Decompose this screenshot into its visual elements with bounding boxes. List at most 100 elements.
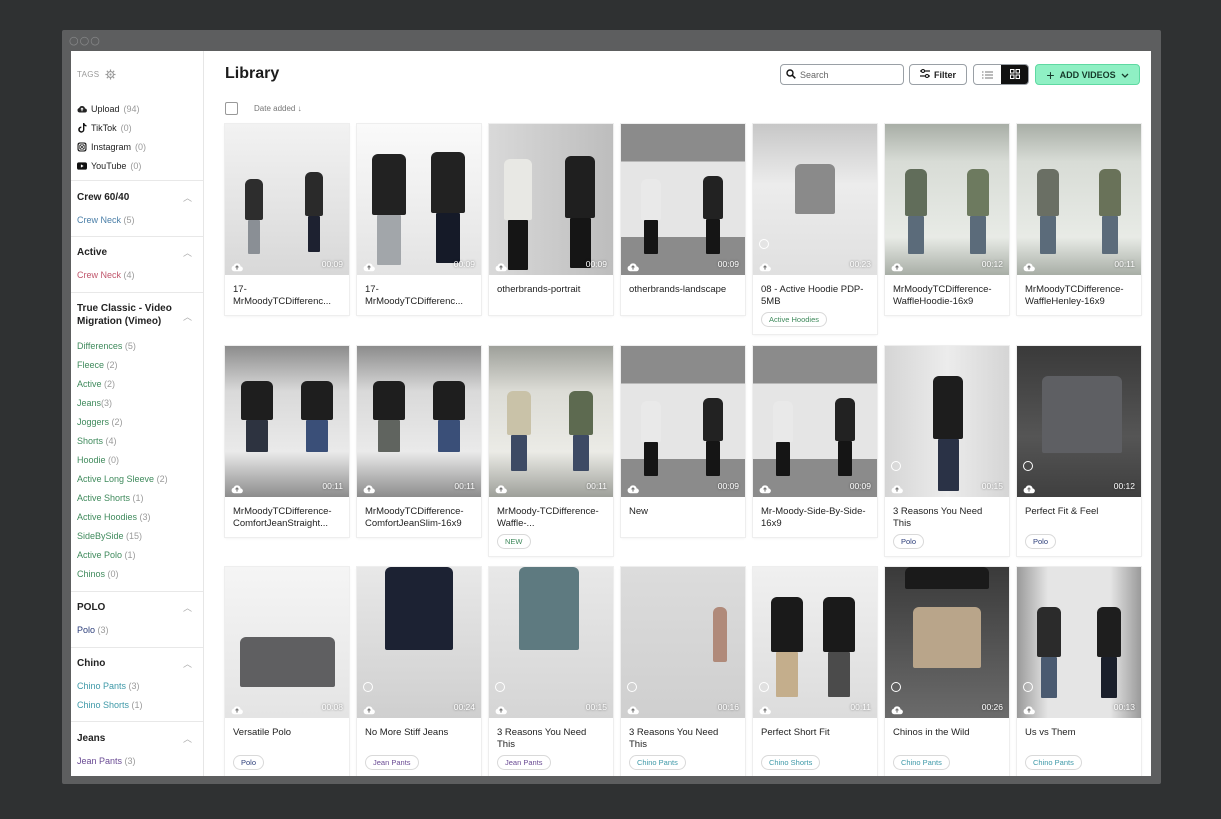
video-tag-pill[interactable]: Chino Pants — [1025, 755, 1082, 770]
video-thumbnail[interactable]: 00:09 — [489, 124, 613, 275]
tag-group-title[interactable]: Chino — [77, 657, 177, 670]
search-input[interactable] — [800, 69, 896, 80]
video-tag-pill[interactable]: Chino Pants — [893, 755, 950, 770]
chevron-up-icon[interactable]: ︿ — [183, 732, 192, 745]
video-thumbnail[interactable]: 00:23 — [753, 124, 877, 275]
tag-item[interactable]: Active Hoodies (3) — [77, 512, 151, 523]
video-card[interactable]: 00:13 Us vs Them Chino Pants — [1017, 567, 1141, 776]
video-tag-pill[interactable]: Polo — [893, 534, 925, 549]
tag-item[interactable]: Chino Pants (3) — [77, 681, 140, 692]
tag-item[interactable]: Polo (3) — [77, 625, 109, 636]
tag-item[interactable]: Crew Neck (5) — [77, 215, 135, 226]
video-title[interactable]: Us vs Them — [1017, 718, 1141, 752]
video-thumbnail[interactable]: 00:11 — [357, 346, 481, 497]
video-card[interactable]: 00:15 3 Reasons You Need This Jean Pants — [489, 567, 613, 776]
tag-item[interactable]: Chinos (0) — [77, 569, 119, 580]
tag-item[interactable]: Hoodie (0) — [77, 455, 119, 466]
video-card[interactable]: 00:08 Versatile Polo Polo — [225, 567, 349, 776]
video-thumbnail[interactable]: 00:12 — [1017, 346, 1141, 497]
video-title[interactable]: MrMoodyTCDifference-WaffleHenley-16x9 — [1017, 275, 1141, 309]
video-tag-pill[interactable]: Chino Shorts — [761, 755, 821, 770]
tag-item[interactable]: Active Polo (1) — [77, 550, 136, 561]
video-card[interactable]: 00:12 MrMoodyTCDifference-WaffleHoodie-16… — [885, 124, 1009, 315]
tag-item[interactable]: Chino Shorts (1) — [77, 700, 143, 711]
video-card[interactable]: 00:11 MrMoodyTCDifference-ComfortJeanSlim… — [357, 346, 481, 537]
video-title[interactable]: 3 Reasons You Need This — [885, 497, 1009, 531]
filter-button[interactable]: Filter — [909, 64, 967, 85]
video-card[interactable]: 00:09 otherbrands-portrait — [489, 124, 613, 315]
tag-group-title[interactable]: POLO — [77, 601, 177, 614]
source-youtube[interactable]: YouTube (0) — [77, 156, 146, 175]
video-thumbnail[interactable]: 00:09 — [621, 124, 745, 275]
video-card[interactable]: 00:09 17-MrMoodyTCDifferenc... — [225, 124, 349, 315]
sort-dropdown[interactable]: Date added ↓ — [254, 104, 302, 113]
video-tag-pill[interactable]: Chino Pants — [629, 755, 686, 770]
list-view-button[interactable] — [974, 65, 1001, 84]
grid-view-button[interactable] — [1001, 65, 1028, 84]
video-card[interactable]: 00:11 MrMoodyTCDifference-WaffleHenley-16… — [1017, 124, 1141, 315]
chevron-up-icon[interactable]: ︿ — [183, 310, 192, 323]
video-title[interactable]: Versatile Polo — [225, 718, 349, 752]
video-title[interactable]: Perfect Short Fit — [753, 718, 877, 752]
video-title[interactable]: MrMoodyTCDifference-WaffleHoodie-16x9 — [885, 275, 1009, 309]
video-title[interactable]: Mr-Moody-Side-By-Side-16x9 — [753, 497, 877, 531]
video-tag-pill[interactable]: NEW — [497, 534, 531, 549]
search-box[interactable] — [780, 64, 904, 85]
video-title[interactable]: MrMoody-TCDifference-Waffle-... — [489, 497, 613, 531]
tag-item[interactable]: Jeans(3) — [77, 398, 112, 409]
video-card[interactable]: 00:11 MrMoodyTCDifference-ComfortJeanStra… — [225, 346, 349, 537]
source-upload[interactable]: Upload (94) — [77, 99, 146, 118]
video-title[interactable]: No More Stiff Jeans — [357, 718, 481, 752]
video-title[interactable]: MrMoodyTCDifference-ComfortJeanStraight.… — [225, 497, 349, 531]
video-card[interactable]: 00:09 New — [621, 346, 745, 537]
video-thumbnail[interactable]: 00:09 — [225, 124, 349, 275]
video-title[interactable]: Perfect Fit & Feel — [1017, 497, 1141, 531]
video-tag-pill[interactable]: Polo — [1025, 534, 1057, 549]
tag-item[interactable]: Shorts (4) — [77, 436, 117, 447]
video-card[interactable]: 00:15 3 Reasons You Need This Polo — [885, 346, 1009, 556]
tag-item[interactable]: Active (2) — [77, 379, 115, 390]
video-title[interactable]: 3 Reasons You Need This — [621, 718, 745, 752]
video-card[interactable]: 00:23 08 - Active Hoodie PDP-5MB Active Ho… — [753, 124, 877, 334]
chevron-up-icon[interactable]: ︿ — [183, 191, 192, 204]
video-thumbnail[interactable]: 00:09 — [753, 346, 877, 497]
video-thumbnail[interactable]: 00:15 — [489, 567, 613, 718]
tag-item[interactable]: SideBySide (15) — [77, 531, 142, 542]
tag-item[interactable]: Differences (5) — [77, 341, 136, 352]
source-instagram[interactable]: Instagram (0) — [77, 137, 146, 156]
video-thumbnail[interactable]: 00:13 — [1017, 567, 1141, 718]
chevron-up-icon[interactable]: ︿ — [183, 601, 192, 614]
video-card[interactable]: 00:11 Perfect Short Fit Chino Shorts — [753, 567, 877, 776]
add-videos-button[interactable]: + ADD VIDEOS — [1035, 64, 1140, 85]
tag-group-title[interactable]: Active — [77, 246, 177, 259]
video-thumbnail[interactable]: 00:11 — [225, 346, 349, 497]
video-title[interactable]: Chinos in the Wild — [885, 718, 1009, 752]
chevron-up-icon[interactable]: ︿ — [183, 657, 192, 670]
tag-item[interactable]: Active Shorts (1) — [77, 493, 144, 504]
video-thumbnail[interactable]: 00:26 — [885, 567, 1009, 718]
video-title[interactable]: otherbrands-portrait — [489, 275, 613, 309]
video-card[interactable]: 00:09 otherbrands-landscape — [621, 124, 745, 315]
video-thumbnail[interactable]: 00:09 — [357, 124, 481, 275]
tag-item[interactable]: Crew Neck (4) — [77, 270, 135, 281]
video-title[interactable]: New — [621, 497, 745, 531]
video-card[interactable]: 00:09 17-MrMoodyTCDifferenc... — [357, 124, 481, 315]
chevron-up-icon[interactable]: ︿ — [183, 246, 192, 259]
video-thumbnail[interactable]: 00:11 — [1017, 124, 1141, 275]
video-tag-pill[interactable]: Active Hoodies — [761, 312, 828, 327]
gear-icon[interactable] — [105, 69, 116, 80]
tag-item[interactable]: Jean Pants (3) — [77, 756, 136, 767]
tag-group-title[interactable]: True Classic - Video Migration (Vimeo) — [77, 302, 177, 328]
video-thumbnail[interactable]: 00:15 — [885, 346, 1009, 497]
video-title[interactable]: 08 - Active Hoodie PDP-5MB — [753, 275, 877, 309]
tag-group-title[interactable]: Jeans — [77, 732, 177, 745]
video-tag-pill[interactable]: Jean Pants — [365, 755, 419, 770]
video-tag-pill[interactable]: Jean Pants — [497, 755, 551, 770]
source-tiktok[interactable]: TikTok (0) — [77, 118, 146, 137]
video-card[interactable]: 00:09 Mr-Moody-Side-By-Side-16x9 — [753, 346, 877, 537]
video-card[interactable]: 00:12 Perfect Fit & Feel Polo — [1017, 346, 1141, 556]
video-card[interactable]: 00:26 Chinos in the Wild Chino Pants — [885, 567, 1009, 776]
video-title[interactable]: MrMoodyTCDifference-ComfortJeanSlim-16x9 — [357, 497, 481, 531]
video-card[interactable]: 00:11 MrMoody-TCDifference-Waffle-... NEW — [489, 346, 613, 556]
window-controls[interactable]: ○○○ — [69, 34, 101, 47]
